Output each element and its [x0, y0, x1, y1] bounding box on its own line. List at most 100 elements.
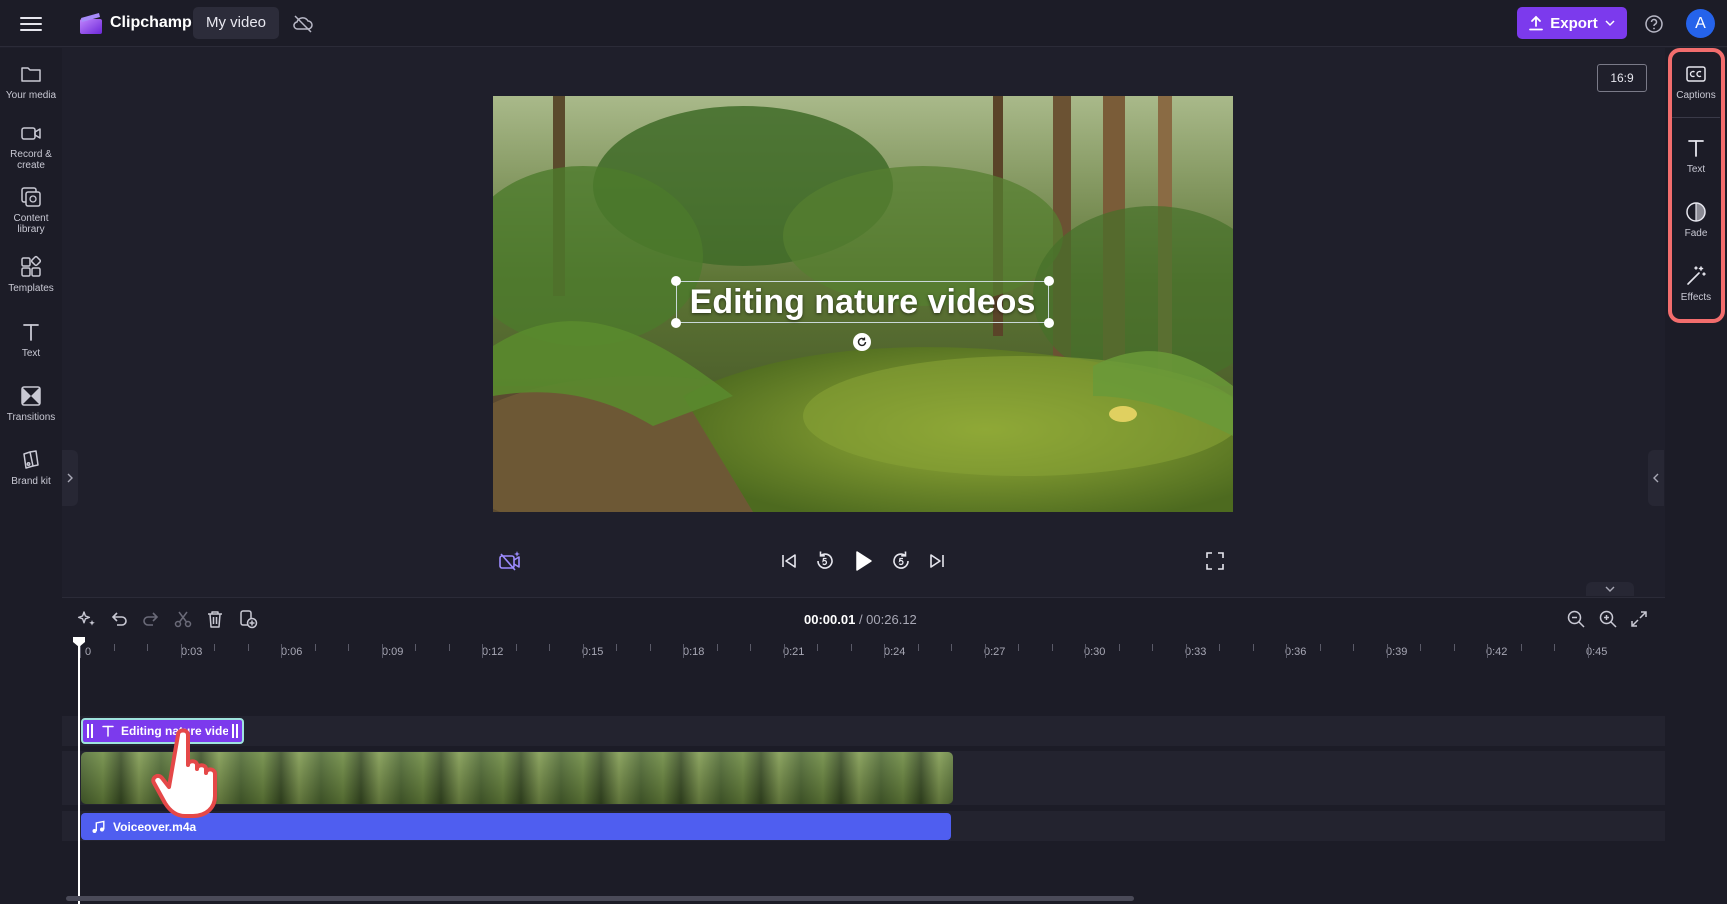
overlay-title-text[interactable]: Editing nature videos [676, 281, 1049, 323]
duplicate-add-icon[interactable] [237, 608, 259, 630]
fit-timeline-icon[interactable] [1628, 608, 1650, 630]
ruler-tick [1152, 644, 1153, 651]
chevron-left-icon [1653, 473, 1659, 483]
clip-trim-handle-left[interactable] [87, 724, 93, 738]
ruler-tick [582, 644, 584, 658]
ruler-tick [1587, 644, 1589, 658]
sidebar-item-content-library[interactable]: Content library [0, 181, 62, 239]
ruler-tick [1520, 644, 1522, 651]
ruler-label: 0 [85, 646, 92, 658]
time-ruler[interactable]: 0 0:03 0:06 0:09 0:12 0:15 0:18 0:21 0:2… [78, 642, 1658, 662]
delete-trash-icon[interactable] [204, 608, 226, 630]
ai-enhance-camera-icon[interactable] [497, 548, 523, 574]
aspect-ratio-button[interactable]: 16:9 [1597, 64, 1647, 92]
sidebar-item-label: Text [21, 348, 41, 359]
ruler-tick [917, 644, 919, 651]
sidebar-item-label: Your media [5, 90, 57, 101]
ruler-label: 0:33 [1185, 646, 1207, 658]
sidebar-item-label: Templates [8, 283, 54, 294]
expand-left-panel-button[interactable] [62, 450, 78, 506]
property-item-label: Text [1686, 164, 1706, 175]
ruler-tick [1219, 644, 1220, 651]
ruler-tick [1386, 644, 1388, 658]
timeline-horizontal-scrollbar[interactable] [66, 896, 1134, 901]
ruler-tick [649, 644, 651, 651]
ruler-tick [147, 644, 148, 651]
rotate-handle-icon[interactable] [853, 333, 871, 351]
export-label: Export [1550, 14, 1598, 32]
upload-icon [1529, 15, 1544, 31]
chevron-right-icon [67, 473, 73, 483]
ruler-tick [616, 644, 617, 651]
ruler-label: 0:42 [1486, 646, 1508, 658]
sidebar-item-brand-kit[interactable]: Brand kit [0, 444, 62, 502]
ruler-tick [415, 644, 416, 651]
undo-icon[interactable] [108, 608, 130, 630]
ruler-tick [281, 644, 282, 658]
skip-to-end-icon[interactable] [924, 548, 950, 574]
playhead[interactable] [78, 640, 80, 904]
collapse-timeline-button[interactable] [1586, 582, 1634, 596]
magic-tool-icon[interactable] [76, 608, 98, 630]
ruler-tick [984, 644, 986, 658]
ruler-tick [951, 644, 952, 651]
sidebar-item-text[interactable]: Text [0, 316, 62, 374]
ruler-tick [1319, 644, 1321, 651]
skip-to-start-icon[interactable] [776, 548, 802, 574]
ruler-tick [448, 644, 450, 651]
music-note-icon [92, 820, 105, 833]
user-avatar[interactable]: A [1686, 9, 1715, 38]
divider [1672, 117, 1720, 118]
clip-trim-handle-right[interactable] [232, 724, 238, 738]
playhead-handle-icon[interactable] [72, 637, 86, 647]
hamburger-menu-icon[interactable] [18, 12, 44, 36]
ruler-label: 0:09 [382, 646, 404, 658]
property-item-label: Effects [1680, 292, 1712, 303]
sidebar-item-templates[interactable]: Templates [0, 251, 62, 309]
redo-icon[interactable] [140, 608, 162, 630]
project-name-field[interactable]: My video [193, 7, 280, 39]
brand-kit-icon [23, 450, 39, 469]
property-item-text[interactable]: Text [1665, 132, 1727, 190]
ruler-label: 0:24 [884, 646, 906, 658]
collapse-right-panel-button[interactable] [1648, 450, 1664, 506]
fullscreen-icon[interactable] [1202, 548, 1228, 574]
ruler-label: 0:15 [582, 646, 604, 658]
sidebar-item-label: Content library [13, 213, 49, 235]
ruler-label: 0:21 [783, 646, 805, 658]
transitions-icon [21, 386, 41, 406]
text-icon [1688, 140, 1704, 157]
ruler-tick [381, 644, 383, 658]
ruler-label: 0:45 [1586, 646, 1608, 658]
export-button[interactable]: Export [1517, 7, 1627, 39]
zoom-in-icon[interactable] [1597, 608, 1619, 630]
rewind-5-seconds-icon[interactable] [812, 548, 838, 574]
help-icon[interactable] [1643, 13, 1665, 35]
ruler-tick [783, 644, 785, 658]
cloud-sync-off-icon[interactable] [292, 13, 314, 35]
sidebar-item-label: Transitions [6, 412, 56, 423]
ruler-tick [683, 644, 684, 658]
sidebar-item-record-create[interactable]: Record & create [0, 117, 62, 175]
property-item-captions[interactable]: Captions [1665, 58, 1727, 116]
property-item-fade[interactable]: Fade [1665, 196, 1727, 254]
video-preview[interactable]: Editing nature videos [493, 96, 1233, 512]
split-scissors-icon[interactable] [172, 608, 194, 630]
play-icon[interactable] [850, 548, 876, 574]
ruler-label: 0:27 [984, 646, 1006, 658]
sidebar-item-transitions[interactable]: Transitions [0, 380, 62, 438]
chevron-down-icon [1605, 586, 1615, 592]
ruler-tick [1353, 644, 1354, 651]
forward-5-seconds-icon[interactable] [888, 548, 914, 574]
sidebar-item-your-media[interactable]: Your media [0, 58, 62, 116]
ruler-tick [1420, 644, 1421, 651]
text-icon [23, 324, 39, 341]
fade-icon [1686, 202, 1706, 222]
ruler-label: 0:06 [281, 646, 303, 658]
property-item-effects[interactable]: Effects [1665, 260, 1727, 318]
zoom-out-icon[interactable] [1565, 608, 1587, 630]
ruler-label: 0:12 [482, 646, 504, 658]
timecode-display: 00:00.01 / 00:26.12 [804, 612, 917, 627]
ruler-tick [1018, 644, 1019, 651]
ruler-tick [750, 644, 751, 651]
